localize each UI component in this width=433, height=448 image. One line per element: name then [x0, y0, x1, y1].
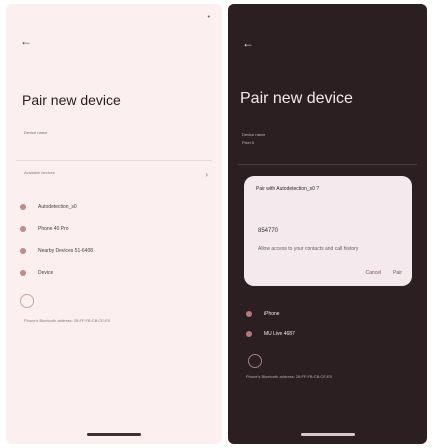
- page-title: Pair new device: [22, 92, 121, 108]
- list-item-3[interactable]: Device: [18, 262, 212, 284]
- list-item-1[interactable]: MU Live 4687: [244, 324, 417, 344]
- back-arrow-icon: ←: [242, 36, 254, 50]
- back-button[interactable]: ←: [20, 34, 36, 48]
- back-button[interactable]: ←: [242, 36, 258, 50]
- right-phone-screen: ← Pair new device Device name Pixel 5 Pa…: [228, 4, 427, 444]
- divider: [238, 164, 417, 165]
- left-phone-screen: • ← Pair new device Device name Availabl…: [6, 4, 222, 444]
- home-indicator: [300, 433, 355, 436]
- list-item-1[interactable]: Phone 40 Pro: [18, 218, 212, 240]
- device-name-label: Device name: [242, 132, 266, 137]
- available-devices-label: Available devices: [24, 170, 55, 175]
- pairing-code: 854770: [258, 228, 279, 234]
- phone-icon: [18, 224, 28, 234]
- device-name-value: Pixel 5: [242, 140, 255, 145]
- list-item-label: Autodetection_s0: [38, 204, 77, 210]
- more-settings-icon[interactable]: [248, 354, 262, 368]
- back-arrow-icon: ←: [20, 34, 32, 48]
- device-list: Autodetection_s0 Phone 40 Pro Nearby Dev…: [18, 196, 212, 284]
- list-item-label: Phone 40 Pro: [38, 226, 69, 232]
- home-indicator: [87, 433, 141, 436]
- list-item-0[interactable]: iPhone: [244, 304, 417, 324]
- status-indicator: •: [207, 14, 210, 21]
- status-bar: •: [14, 14, 214, 24]
- pair-button[interactable]: Pair: [393, 270, 402, 276]
- more-settings-icon[interactable]: [20, 294, 34, 308]
- pairing-dialog: Pair with Autodetection_s0 ? 854770 Allo…: [244, 176, 412, 286]
- cancel-button[interactable]: Cancel: [366, 270, 382, 276]
- dialog-title: Pair with Autodetection_s0 ?: [256, 186, 320, 192]
- bluetooth-icon: [244, 329, 254, 339]
- list-item-2[interactable]: Nearby Devices 51-6408: [18, 240, 212, 262]
- headphones-icon: [18, 202, 28, 212]
- page-title: Pair new device: [240, 90, 353, 107]
- divider: [16, 160, 212, 161]
- phone-icon: [244, 309, 254, 319]
- list-item-0[interactable]: Autodetection_s0: [18, 196, 212, 218]
- contacts-access-checkbox[interactable]: Allow access to your contacts and call h…: [258, 246, 358, 252]
- phone-icon: [18, 268, 28, 278]
- dialog-actions: Cancel Pair: [366, 270, 402, 276]
- status-bar: [236, 14, 419, 24]
- list-item-label: Nearby Devices 51-6408: [38, 248, 94, 254]
- bluetooth-address-footer: Phone's Bluetooth address: 28:FF:FB:CB:C…: [24, 318, 110, 323]
- bluetooth-address-footer: Phone's Bluetooth address: 28:FF:FB:CB:C…: [246, 374, 332, 379]
- device-list: iPhone MU Live 4687: [244, 304, 417, 344]
- list-item-label: MU Live 4687: [264, 331, 295, 337]
- device-name-label: Device name: [24, 130, 48, 135]
- chevron-right-icon: ›: [205, 170, 208, 179]
- list-item-label: iPhone: [264, 311, 280, 317]
- list-item-label: Device: [38, 270, 54, 276]
- bluetooth-icon: [18, 246, 28, 256]
